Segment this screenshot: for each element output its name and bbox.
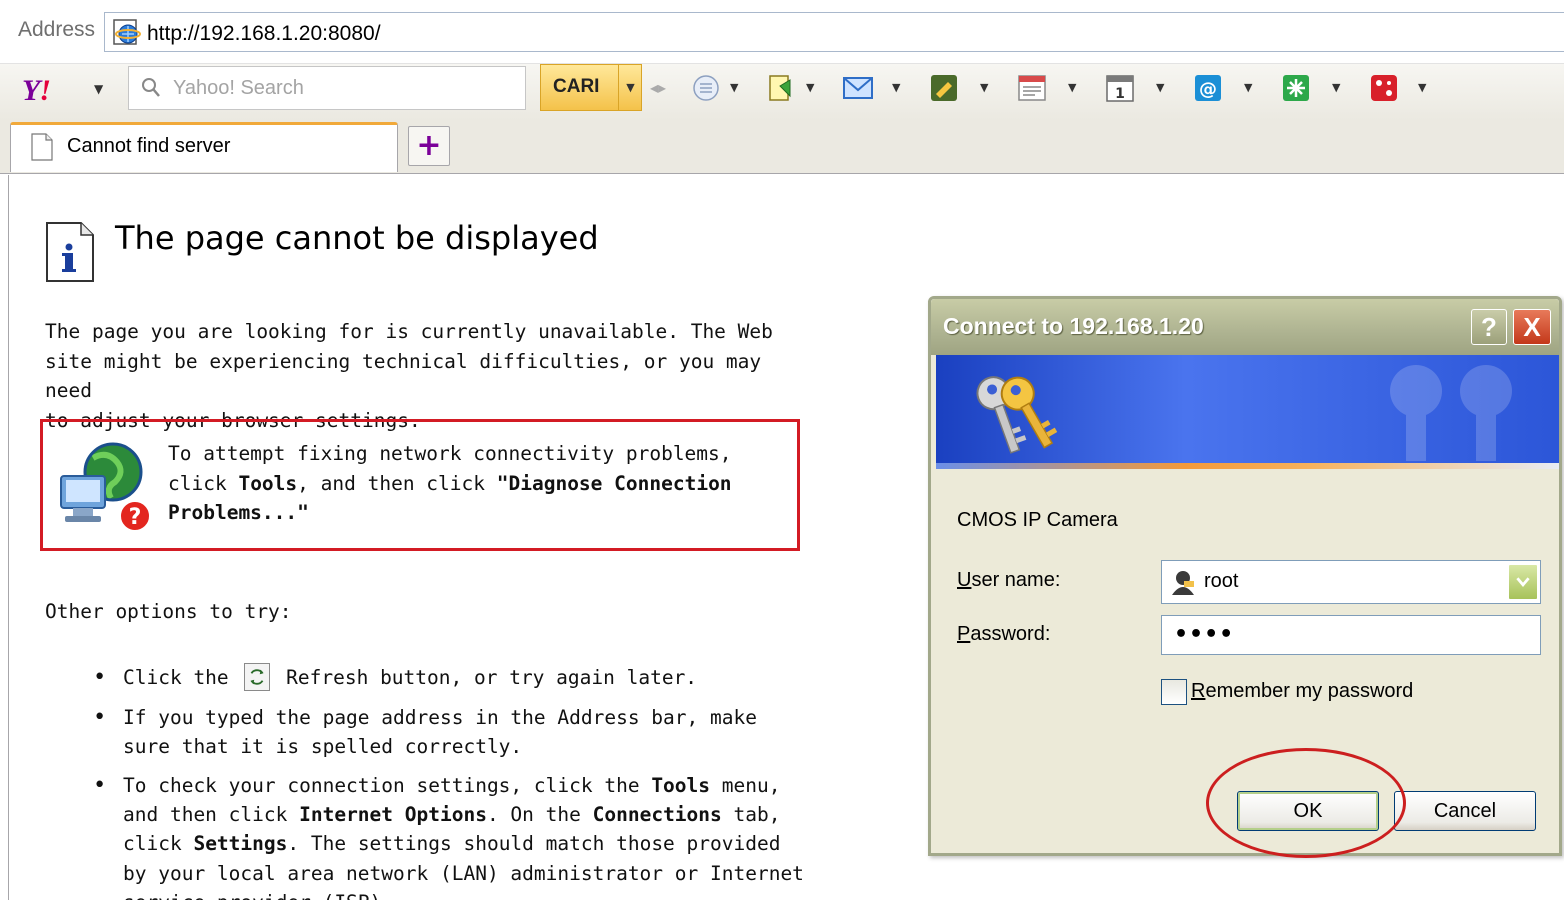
yahoo-logo-icon[interactable]: Y! xyxy=(22,74,51,108)
search-box[interactable] xyxy=(128,66,526,110)
list-item: To check your connection settings, click… xyxy=(93,771,813,900)
tools-emphasis: Tools xyxy=(238,471,298,495)
svg-text:@: @ xyxy=(1199,79,1217,100)
tab-bar: Cannot find server + xyxy=(0,120,1564,174)
svg-text:1: 1 xyxy=(1115,86,1125,102)
messenger-icon[interactable] xyxy=(690,72,722,104)
close-button[interactable]: X xyxy=(1513,309,1551,345)
password-field[interactable]: •••• xyxy=(1161,615,1541,655)
password-label: Password: xyxy=(957,623,1051,645)
chevron-down-icon[interactable]: ▼ xyxy=(730,81,738,94)
other-options-label: Other options to try: xyxy=(45,600,292,623)
chevron-down-icon[interactable] xyxy=(1508,564,1538,600)
games-icon[interactable] xyxy=(1368,72,1400,104)
info-icon xyxy=(46,222,94,282)
chevron-down-icon[interactable]: ▼ xyxy=(94,82,103,96)
address-url[interactable]: http://192.168.1.20:8080/ xyxy=(147,22,381,46)
dialog-title: Connect to 192.168.1.20 xyxy=(943,313,1204,339)
chevron-down-icon[interactable]: ▼ xyxy=(892,81,900,94)
search-input[interactable] xyxy=(173,74,513,102)
calendar-icon[interactable]: 1 xyxy=(1104,72,1136,104)
banner-rule xyxy=(936,463,1559,469)
search-icon xyxy=(142,78,160,97)
remember-password-checkbox[interactable] xyxy=(1161,679,1187,705)
page-title: The page cannot be displayed xyxy=(115,219,599,257)
toolbar-grip-icon[interactable]: ◂▸ xyxy=(650,78,666,97)
diagnose-box: ? To attempt fixing network connectivity… xyxy=(40,419,800,551)
page-content: The page cannot be displayed The page yo… xyxy=(8,175,908,900)
chevron-down-icon[interactable]: ▼ xyxy=(980,81,988,94)
answers-icon[interactable]: @ xyxy=(1192,72,1224,104)
chevron-down-icon[interactable]: ▼ xyxy=(1418,81,1426,94)
page-icon xyxy=(31,133,53,161)
bookmark-icon[interactable] xyxy=(766,72,798,104)
server-name: CMOS IP Camera xyxy=(957,509,1118,531)
tab-cannot-find-server[interactable]: Cannot find server xyxy=(10,122,398,172)
intro-paragraph: The page you are looking for is currentl… xyxy=(45,320,773,432)
address-label: Address xyxy=(18,18,96,41)
chevron-down-icon[interactable]: ▼ xyxy=(1332,81,1340,94)
chevron-down-icon[interactable]: ▼ xyxy=(806,81,814,94)
username-label: User name: xyxy=(957,569,1061,591)
username-combobox[interactable]: root xyxy=(1161,560,1541,604)
network-diagnose-icon: ? xyxy=(60,442,151,532)
user-icon xyxy=(1172,571,1194,595)
tab-title: Cannot find server xyxy=(67,135,231,157)
mail-icon[interactable] xyxy=(842,72,874,104)
help-button[interactable]: ? xyxy=(1471,309,1507,345)
options-list: Click the Refresh button, or try again l… xyxy=(93,662,813,900)
address-field[interactable]: http://192.168.1.20:8080/ xyxy=(104,12,1564,52)
diagnose-instructions: To attempt fixing network connectivity p… xyxy=(168,442,732,524)
chevron-down-icon[interactable]: ▼ xyxy=(618,65,642,110)
search-button-label: CARI xyxy=(553,76,600,97)
chevron-down-icon[interactable]: ▼ xyxy=(1068,81,1076,94)
annotation-circle xyxy=(1206,748,1406,858)
keys-icon xyxy=(976,376,1058,454)
news-icon[interactable] xyxy=(1016,72,1048,104)
ie-page-icon xyxy=(113,19,141,45)
chevron-down-icon[interactable]: ▼ xyxy=(1156,81,1164,94)
search-button[interactable]: CARI ▼ xyxy=(540,64,642,111)
svg-text:?: ? xyxy=(129,505,142,530)
chevron-down-icon[interactable]: ▼ xyxy=(1244,81,1252,94)
refresh-icon xyxy=(244,662,271,691)
notepad-icon[interactable] xyxy=(928,72,960,104)
cancel-button[interactable]: Cancel xyxy=(1394,791,1536,831)
list-item: Click the Refresh button, or try again l… xyxy=(93,662,813,693)
address-bar: Address http://192.168.1.20:8080/ xyxy=(0,0,1564,64)
list-item: If you typed the page address in the Add… xyxy=(93,703,813,761)
username-value: root xyxy=(1204,570,1239,592)
password-value: •••• xyxy=(1174,622,1235,647)
dialog-titlebar[interactable]: Connect to 192.168.1.20 ? X xyxy=(931,299,1559,355)
dialog-banner xyxy=(936,355,1559,469)
yahoo-toolbar: Y! ▼ CARI ▼ ◂▸ ▼ ▼ ▼ ▼ ▼ xyxy=(0,64,1564,120)
remember-password-label[interactable]: Remember my password xyxy=(1191,680,1413,703)
new-tab-button[interactable]: + xyxy=(408,126,450,166)
weather-icon[interactable] xyxy=(1280,72,1312,104)
keys-watermark-icon xyxy=(1390,365,1512,461)
